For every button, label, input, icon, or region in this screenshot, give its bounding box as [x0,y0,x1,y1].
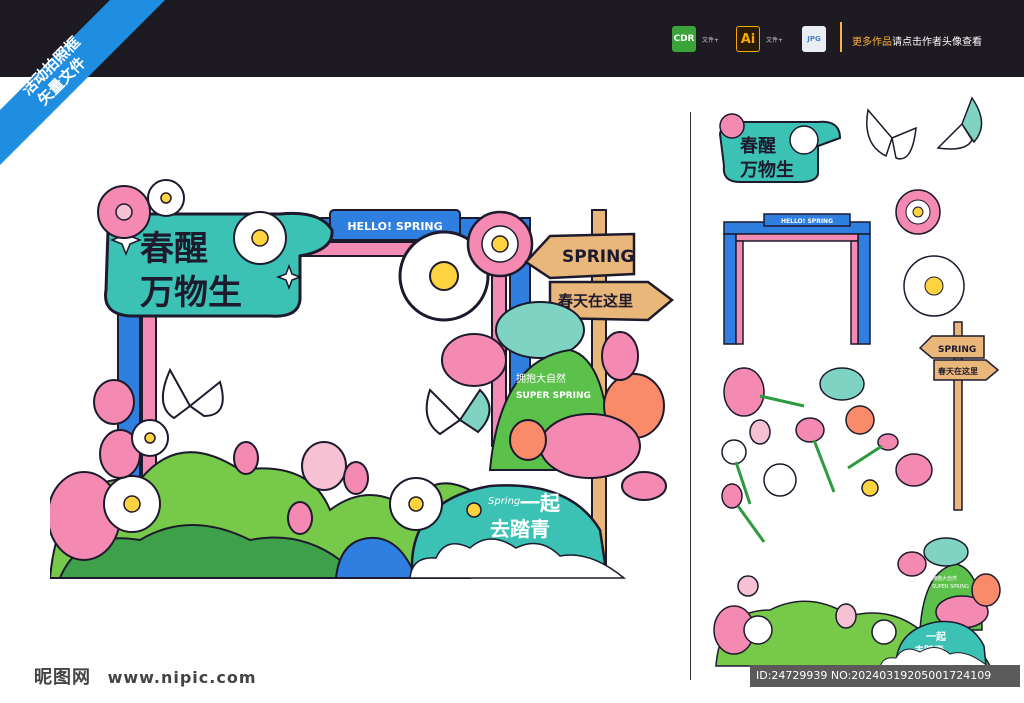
flower-stem [759,394,805,408]
pink-tulip-icon [621,471,667,501]
cdr-file-icon: CDR [672,26,696,52]
divider-line [690,112,691,680]
more-works-link[interactable]: 更多作品请点击作者头像查看 [852,33,982,48]
format-label: 文件+ [702,36,720,44]
daisy-icon [233,211,287,265]
orange-tulip-icon [509,419,547,461]
pink-tulip-icon [749,419,771,445]
mini-hill-en: SUPER SPRING [932,584,969,590]
pink-tulip-icon [737,575,759,597]
arch-banner-text: HELLO! SPRING [781,218,833,225]
white-flower-icon [903,255,965,317]
arch-left-blue [723,233,737,345]
daisy-icon [131,419,169,457]
pink-tulip-icon [441,333,507,387]
pink-flower-icon [97,185,151,239]
site-watermark: 昵图网 www.nipic.com [34,663,257,689]
cloud-line1: 一起 [520,491,561,515]
butterfly-icon [936,96,983,150]
pink-tulip-icon [795,417,825,443]
sign1-text: SPRING [562,247,634,267]
jpg-file-icon: JPG [802,26,826,52]
arch-left-pink [735,240,744,345]
corner-ribbon: 活动拍照框 矢量文件 [0,0,165,165]
site-url: www.nipic.com [107,668,257,687]
pink-flower-icon [719,113,745,139]
ai-file-icon: Ai [736,26,760,52]
hill-cn-text: 拥抱大自然 [516,372,566,385]
pink-tulip-icon [835,603,857,629]
format-cdr[interactable]: CDR 文件+ [672,26,719,52]
separator [840,22,842,52]
mini-title-line1: 春醒 [740,135,776,157]
pink-tulip-icon [287,501,313,535]
butterfly-icon [162,367,224,420]
hill-en-text: SUPER SPRING [516,391,591,401]
orange-flower-icon [971,573,1001,607]
daisy-icon [763,463,797,497]
pink-flower-icon [897,551,927,577]
pink-tulip-icon [343,461,369,495]
pink-tulip-icon [601,331,639,381]
pink-flower-icon [539,413,641,479]
title-line1: 春醒 [140,229,208,269]
sun-icon [466,502,482,518]
pink-flower-icon [723,367,765,417]
hello-banner-text: HELLO! SPRING [347,220,442,233]
format-label: 文件+ [766,36,784,44]
pink-tulip-icon [93,379,135,425]
butterfly-icon [866,108,917,160]
flower-stem [847,444,883,470]
arch-right-blue [857,233,871,345]
arch-right-pink [850,240,859,345]
orange-tulip-icon [861,479,879,497]
teal-leaf-icon [923,537,969,567]
sign2-text: 春天在这里 [558,292,633,310]
more-highlight: 更多作品 [852,37,892,48]
butterfly-icon [425,388,491,436]
daisy-icon [389,477,443,531]
mini-title-line2: 万物生 [739,159,794,181]
site-logo: 昵图网 [34,667,91,688]
pink-flower-icon [895,453,933,487]
format-jpg[interactable]: JPG [802,26,826,52]
format-ai[interactable]: Ai 文件+ [736,26,783,52]
pink-tulip-icon [721,483,743,509]
pink-flower-icon [895,189,941,235]
flower-stem [736,505,766,543]
pink-tulip-icon [233,441,259,475]
teal-leaf-icon [819,367,865,401]
cloud-spring-text: Spring [488,496,520,507]
flower-stem [812,439,836,493]
white-flower-icon [789,125,819,155]
more-text: 请点击作者头像查看 [892,37,982,48]
title-line2: 万物生 [140,273,242,313]
white-flower-icon [147,179,185,217]
mini-sign2-text: 春天在这里 [938,366,978,376]
page: 活动拍照框 矢量文件 CDR 文件+ Ai 文件+ JPG 更多作品请点击作者头… [0,0,1024,703]
daisy-icon [721,439,747,465]
daisy-icon [871,619,897,645]
image-id-label: ID:24729939 NO:20240319205001724109 [750,665,1020,687]
photo-frame-illustration: HELLO! SPRING 春醒 万物生 SPRING 春天在这里 拥抱大自然 … [50,179,675,579]
pink-tulip-icon [301,441,347,491]
orange-flower-icon [845,405,875,435]
mini-cloud-line1: 一起 [926,630,947,643]
daisy-icon [103,475,161,533]
elements-panel: 春醒 万物生 HELLO! SPRING SPRING 春天在这里 拥抱大自然 … [713,96,1001,669]
mini-sign1-text: SPRING [938,345,976,355]
daisy-icon [743,615,773,645]
pink-flower-icon [466,210,534,278]
cloud-line2: 去踏青 [490,517,550,541]
arch-top-pink [735,233,859,242]
mini-hill-cn: 拥抱大自然 [932,575,957,582]
